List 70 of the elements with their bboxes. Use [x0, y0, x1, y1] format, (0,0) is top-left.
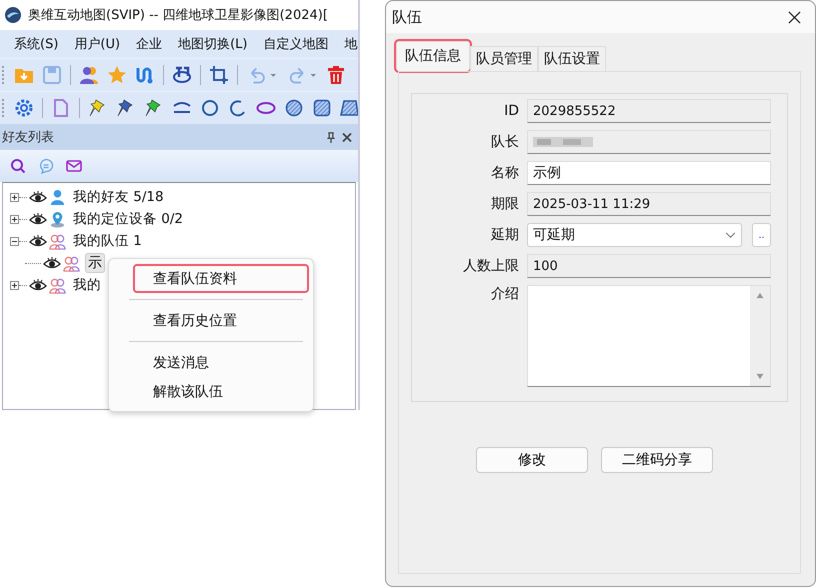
page-icon[interactable]: [51, 98, 71, 118]
panel-title: 好友列表: [2, 129, 55, 146]
crop-icon[interactable]: [209, 65, 229, 85]
group-icon: [63, 254, 80, 272]
menu-item[interactable]: 用户(U): [66, 35, 128, 53]
window-title: 奥维互动地图(SVIP) -- 四维地球卫星影像图(2024)[: [28, 7, 328, 24]
tree-item[interactable]: 示: [85, 253, 105, 273]
tree-item[interactable]: 我的队伍 1: [71, 232, 144, 250]
trash-icon[interactable]: [326, 65, 346, 85]
tree-item[interactable]: 我的: [71, 276, 103, 294]
menu-item[interactable]: 查看队伍资料: [133, 264, 309, 293]
name-input[interactable]: 示例: [527, 161, 771, 185]
eye-icon[interactable]: [29, 278, 47, 292]
dialog-title: 队伍: [392, 8, 422, 26]
menu-item[interactable]: 自定义地图: [255, 35, 336, 53]
group-icon: [49, 232, 66, 250]
menu-item[interactable]: 地: [336, 35, 358, 53]
eye-icon[interactable]: [29, 234, 47, 248]
location-pin-icon: [49, 210, 66, 228]
menu-item[interactable]: 企业: [128, 35, 170, 53]
dropdown[interactable]: 可延期: [527, 223, 742, 247]
tree-item[interactable]: 我的定位设备 0/2: [71, 210, 186, 228]
menu-item[interactable]: 查看历史位置: [133, 306, 309, 335]
hatched-square-icon[interactable]: [312, 98, 332, 118]
menu-item[interactable]: 地图切换(L): [170, 35, 256, 53]
field-label: 队长: [490, 133, 520, 151]
field-label: 延期: [490, 226, 520, 244]
menu-item[interactable]: 解散该队伍: [133, 377, 309, 406]
route-icon[interactable]: [135, 65, 155, 85]
field-label: 名称: [490, 164, 520, 182]
person-icon: [49, 188, 66, 206]
readonly-field: 2025-03-11 11:29: [527, 192, 771, 216]
dialog-button[interactable]: 二维码分享: [601, 447, 713, 473]
app-logo-icon: [4, 6, 22, 24]
expander-icon[interactable]: [10, 214, 19, 224]
mail-icon[interactable]: [66, 158, 82, 174]
readonly-field: 100: [527, 254, 771, 278]
star-icon[interactable]: [107, 65, 127, 85]
hatched-polygon-icon[interactable]: [340, 98, 358, 118]
expander-icon[interactable]: [10, 280, 19, 290]
menu-item[interactable]: 发送消息: [133, 348, 309, 377]
dialog-button[interactable]: 修改: [476, 447, 588, 473]
settings-icon[interactable]: [14, 98, 34, 118]
menu-item[interactable]: 系统(S): [6, 35, 66, 53]
more-button[interactable]: ..: [752, 223, 771, 247]
field-label: 人数上限: [462, 257, 520, 275]
field-label: ID: [503, 103, 520, 119]
close-icon[interactable]: [788, 10, 801, 24]
globe-icon[interactable]: [172, 65, 192, 85]
field-label: 介绍: [490, 285, 520, 303]
blurred-text: [533, 136, 593, 148]
group-icon: [49, 276, 66, 294]
tab[interactable]: 队伍信息: [396, 41, 470, 71]
tab[interactable]: 队伍设置: [538, 46, 606, 71]
search-icon[interactable]: [10, 158, 26, 174]
eye-icon[interactable]: [43, 256, 61, 270]
tree-item[interactable]: 我的好友 5/18: [71, 188, 166, 206]
eye-icon[interactable]: [29, 190, 47, 204]
circle-icon[interactable]: [200, 98, 220, 118]
expander-icon[interactable]: [10, 236, 19, 246]
chevron-icon: [725, 232, 736, 238]
field-label: 期限: [490, 195, 520, 213]
users-icon[interactable]: [79, 65, 99, 85]
expander-icon[interactable]: [10, 192, 19, 202]
tab[interactable]: 队员管理: [470, 46, 538, 71]
eye-icon[interactable]: [29, 212, 47, 226]
close-icon[interactable]: [342, 132, 352, 142]
hatched-circle-icon[interactable]: [284, 98, 304, 118]
readonly-field: 2029855522: [527, 99, 771, 123]
pin-icon[interactable]: [326, 132, 336, 142]
